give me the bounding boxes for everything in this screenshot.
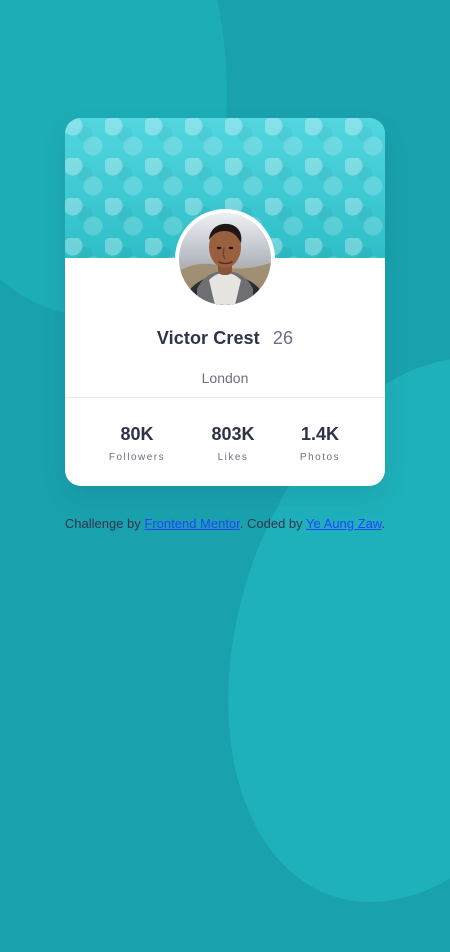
profile-location: London (201, 370, 249, 386)
avatar-frame (175, 209, 275, 309)
profile-stats: 80K Followers 803K Likes 1.4K Photos (103, 424, 343, 464)
photos-label: Photos (299, 452, 341, 463)
followers-value: 80K (120, 424, 154, 444)
likes-value: 803K (211, 424, 255, 444)
profile-card: Victor Crest 26 London 80K Followers 803… (65, 118, 385, 486)
attribution-suffix: . (381, 516, 386, 531)
attribution-prefix: Challenge by (64, 516, 145, 531)
card-divider (65, 397, 385, 398)
profile-age: 26 (272, 328, 294, 348)
photos-stat: 1.4K Photos (286, 424, 354, 464)
followers-label: Followers (108, 452, 166, 463)
profile-summary: Victor Crest 26 London (65, 326, 385, 387)
profile-name: Victor Crest (156, 328, 260, 348)
author-link[interactable]: Ye Aung Zaw (306, 516, 381, 531)
photos-value: 1.4K (300, 424, 340, 444)
name-row: Victor Crest 26 (65, 326, 385, 350)
likes-stat: 803K Likes (199, 424, 267, 464)
likes-label: Likes (217, 452, 249, 463)
followers-stat: 80K Followers (103, 424, 171, 464)
attribution: Challenge by Frontend Mentor. Coded by Y… (0, 516, 450, 532)
attribution-middle: . Coded by (239, 516, 307, 531)
avatar (179, 213, 271, 305)
frontend-mentor-link[interactable]: Frontend Mentor (144, 516, 239, 531)
